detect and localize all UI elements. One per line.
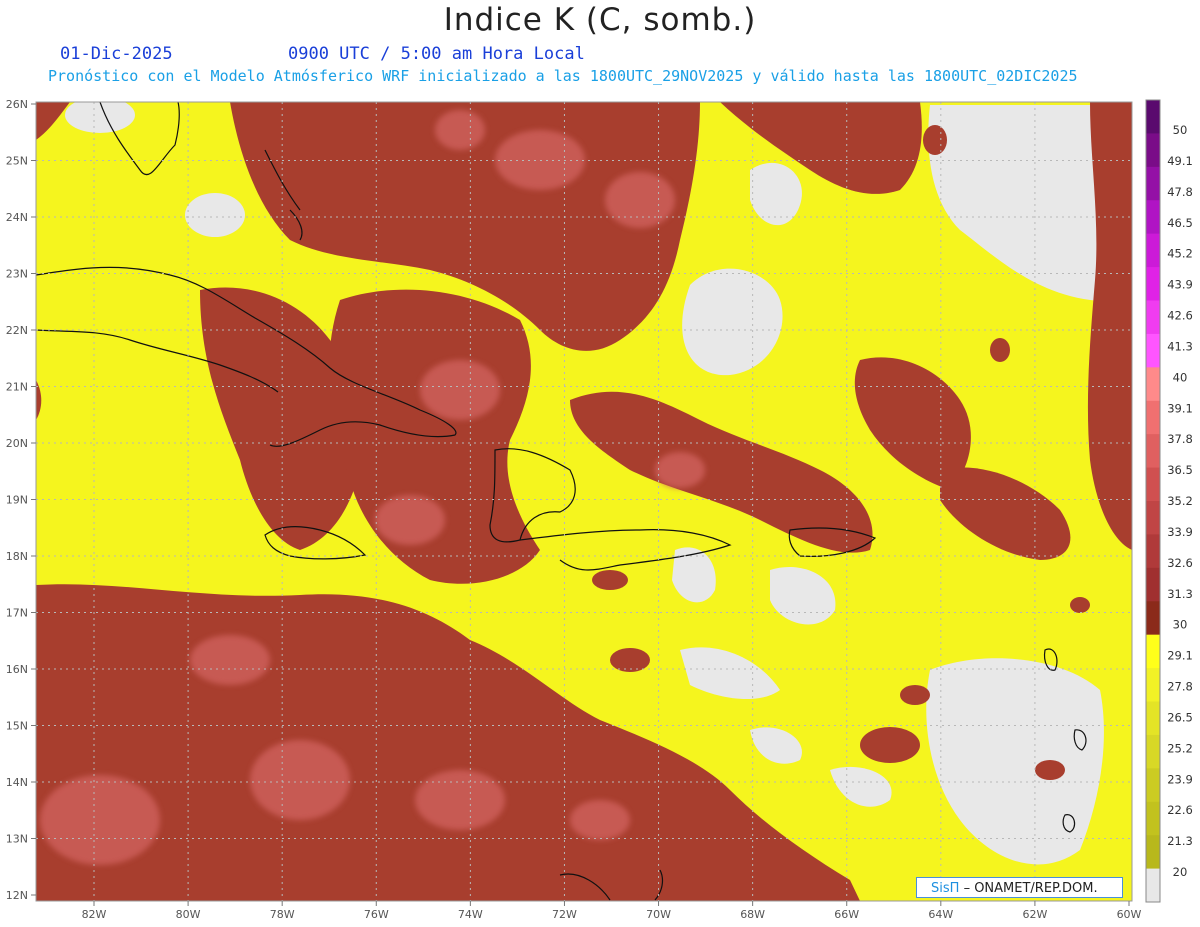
colorbar-label: 40 — [1173, 370, 1188, 384]
colorbar-label: 36.5 — [1167, 463, 1193, 477]
colorbar-label: 43.9 — [1167, 278, 1193, 292]
colorbar-label: 20 — [1173, 865, 1188, 879]
colorbar-label: 50 — [1173, 123, 1188, 137]
lat-label: 24N — [6, 211, 28, 224]
lat-label: 15N — [6, 720, 28, 733]
lat-label: 20N — [6, 437, 28, 450]
colorbar-swatch — [1146, 200, 1160, 235]
colorbar-swatch — [1146, 835, 1160, 870]
lat-label: 25N — [6, 155, 28, 168]
colorbar-label: 27.8 — [1167, 680, 1193, 694]
forecast-description: Pronóstico con el Modelo Atmósferico WRF… — [48, 67, 1078, 85]
colorbar-swatch — [1146, 701, 1160, 736]
lat-label: 21N — [6, 381, 28, 394]
colorbar-label: 31.3 — [1167, 587, 1193, 601]
lon-label: 76W — [364, 908, 389, 921]
colorbar-swatch — [1146, 501, 1160, 535]
colorbar-label: 35.2 — [1167, 494, 1193, 508]
map-title: Indice K (C, somb.) — [443, 2, 757, 38]
colorbar-swatch — [1146, 267, 1160, 301]
colorbar-swatch — [1146, 801, 1160, 836]
colorbar-swatch — [1146, 133, 1160, 168]
colorbar-label: 25.2 — [1167, 741, 1193, 755]
credit-box: SisΠ – ONAMET/REP.DOM. — [916, 877, 1123, 898]
colorbar-swatch — [1146, 467, 1160, 502]
lat-label: 16N — [6, 663, 28, 676]
colorbar-swatch — [1146, 734, 1160, 769]
lon-label: 70W — [646, 908, 671, 921]
lon-label: 62W — [1022, 908, 1047, 921]
lat-label: 18N — [6, 550, 28, 563]
lat-label: 19N — [6, 494, 28, 507]
forecast-date: 01-Dic-2025 — [60, 44, 173, 64]
lat-label: 23N — [6, 268, 28, 281]
colorbar-swatch — [1146, 567, 1160, 602]
lat-label: 26N — [6, 98, 28, 111]
lon-label: 74W — [458, 908, 483, 921]
colorbar-label: 29.1 — [1167, 649, 1193, 663]
colorbar-label: 32.6 — [1167, 556, 1193, 570]
colorbar-label: 21.3 — [1167, 834, 1193, 848]
lat-label: 14N — [6, 776, 28, 789]
colorbar-label: 45.2 — [1167, 247, 1193, 261]
colorbar-label: 37.8 — [1167, 432, 1193, 446]
colorbar-swatch — [1146, 668, 1160, 702]
lat-label: 13N — [6, 833, 28, 846]
colorbar-swatch — [1146, 434, 1160, 469]
colorbar-swatch — [1146, 534, 1160, 569]
lon-label: 60W — [1117, 908, 1142, 921]
longitude-axis: 82W 80W 78W 76W 74W 72W 70W 68W 66W 64W 62W 60W — [82, 901, 1142, 921]
colorbar-label: 26.5 — [1167, 710, 1193, 724]
colorbar-swatch — [1146, 166, 1160, 201]
colorbar-swatch — [1146, 400, 1160, 435]
colorbar-swatch — [1146, 233, 1160, 268]
colorbar-swatch — [1146, 333, 1160, 368]
forecast-time: 0900 UTC / 5:00 am Hora Local — [288, 44, 585, 64]
colorbar-label: 30 — [1173, 618, 1188, 632]
colorbar-label: 23.9 — [1167, 772, 1193, 786]
colorbar-label: 22.6 — [1167, 803, 1193, 817]
colorbar-swatch — [1146, 367, 1160, 402]
map-field — [36, 102, 1132, 901]
colorbar-swatch — [1146, 634, 1160, 669]
sispi-logo: SisΠ — [931, 881, 960, 896]
colorbar-label: 41.3 — [1167, 339, 1193, 353]
lon-label: 82W — [82, 908, 107, 921]
colorbar-swatch — [1146, 601, 1160, 636]
colorbar-label: 39.1 — [1167, 401, 1193, 415]
lon-label: 72W — [552, 908, 577, 921]
lat-label: 22N — [6, 324, 28, 337]
colorbar-label: 46.5 — [1167, 216, 1193, 230]
credit-text: – ONAMET/REP.DOM. — [963, 881, 1098, 896]
colorbar-swatch — [1146, 768, 1160, 803]
k-index-map: 26N 25N 24N 23N 22N 21N 20N 19N 18N 17N 16N 15N 14N 1… — [6, 98, 1193, 921]
lon-label: 66W — [834, 908, 859, 921]
colorbar-label: 49.1 — [1167, 154, 1193, 168]
colorbar-swatch — [1146, 300, 1160, 335]
lon-label: 68W — [740, 908, 765, 921]
colorbar-label: 33.9 — [1167, 525, 1193, 539]
latitude-axis: 26N 25N 24N 23N 22N 21N 20N 19N 18N 17N 16N 15N 14N 1… — [6, 98, 36, 902]
lon-label: 78W — [270, 908, 295, 921]
lat-label: 12N — [6, 889, 28, 902]
colorbar-swatch — [1146, 100, 1160, 134]
lat-label: 17N — [6, 607, 28, 620]
lon-label: 80W — [176, 908, 201, 921]
colorbar-swatch — [1146, 868, 1160, 903]
lon-label: 64W — [928, 908, 953, 921]
colorbar-label: 47.8 — [1167, 185, 1193, 199]
colorbar-label: 42.6 — [1167, 309, 1193, 323]
colorbar: 50 49.1 47.8 46.5 45.2 43.9 42.6 41.3 40 39.1 37.8… — [1145, 99, 1193, 903]
